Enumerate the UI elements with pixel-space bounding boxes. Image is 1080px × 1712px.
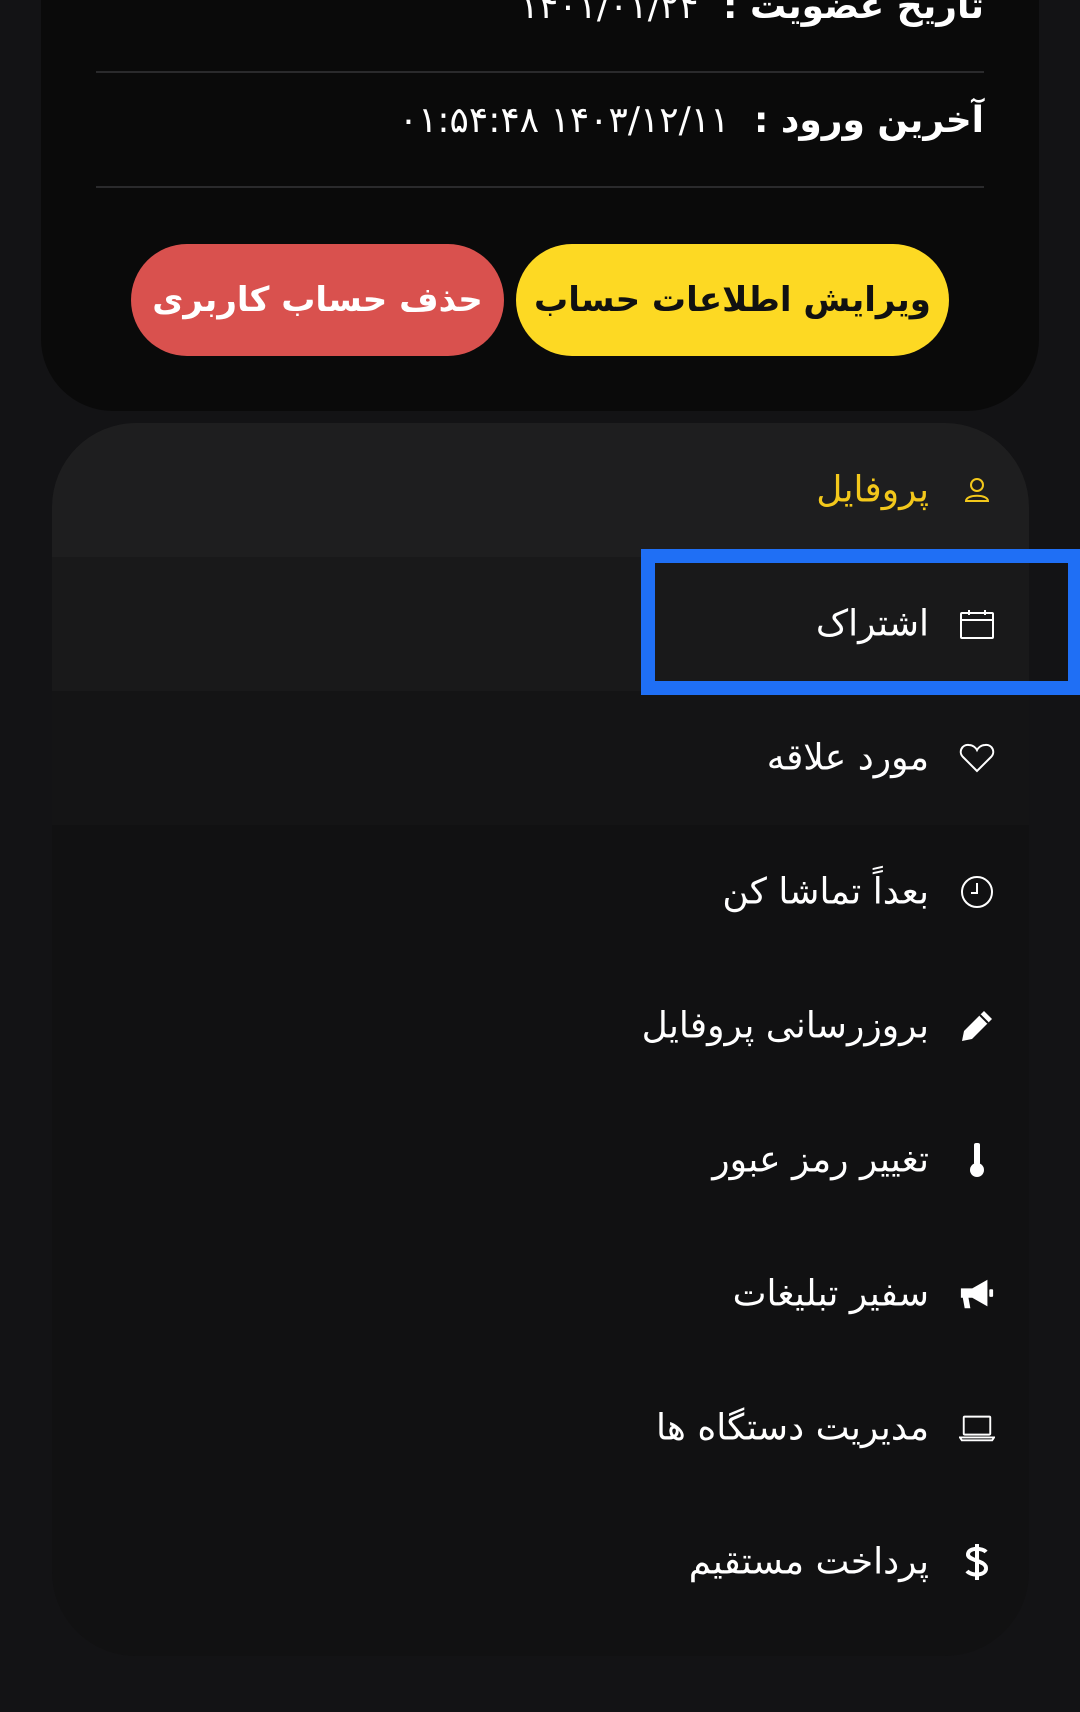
highlight-box [641,549,1080,695]
menu-item-label: پرداخت مستقیم [688,1541,929,1583]
menu-item-label: مدیریت دستگاه ها [655,1407,929,1449]
edit-account-button[interactable]: ویرایش اطلاعات حساب [516,244,949,356]
last-login-value: ۱۴۰۳/۱۲/۱۱ ۰۱:۵۴:۴۸ [398,100,730,141]
clock-icon [959,874,995,910]
join-date-value: ۱۴۰۱/۰۱/۲۴ [519,0,699,27]
menu-item-label: پروفایل [816,469,929,511]
menu-item-label: تغییر رمز عبور [712,1139,929,1181]
menu-item-ad-ambassador[interactable]: سفیر تبلیغات [52,1227,1029,1361]
divider [96,71,984,73]
menu-item-change-password[interactable]: تغییر رمز عبور [52,1093,1029,1227]
laptop-icon [959,1410,995,1446]
menu-item-watch-later[interactable]: بعداً تماشا کن [52,825,1029,959]
join-date-label: تاریخ عضویت : [723,0,984,27]
pencil-icon [959,1008,995,1044]
delete-account-button[interactable]: حذف حساب کاربری [131,244,504,356]
menu-item-update-profile[interactable]: بروزرسانی پروفایل [52,959,1029,1093]
divider [96,186,984,188]
key-icon [959,1142,995,1178]
dollar-icon [959,1544,995,1580]
join-date-row: تاریخ عضویت : ۱۴۰۱/۰۱/۲۴ [520,0,984,27]
menu-item-device-management[interactable]: مدیریت دستگاه ها [52,1361,1029,1495]
account-card: تاریخ عضویت : ۱۴۰۱/۰۱/۲۴ آخرین ورود : ۱۴… [41,0,1039,411]
megaphone-icon [959,1276,995,1312]
menu-item-label: بعداً تماشا کن [722,871,929,913]
menu-item-label: بروزرسانی پروفایل [641,1005,929,1047]
menu-item-label: سفیر تبلیغات [732,1273,929,1315]
menu-item-label: مورد علاقه [766,737,929,779]
user-icon [959,472,995,508]
last-login-row: آخرین ورود : ۱۴۰۳/۱۲/۱۱ ۰۱:۵۴:۴۸ [399,100,984,141]
heart-icon [959,740,995,776]
menu-item-favorites[interactable]: مورد علاقه [52,691,1029,825]
last-login-label: آخرین ورود : [753,100,984,141]
menu-item-profile[interactable]: پروفایل [52,423,1029,557]
menu-item-direct-payment[interactable]: پرداخت مستقیم [52,1495,1029,1629]
